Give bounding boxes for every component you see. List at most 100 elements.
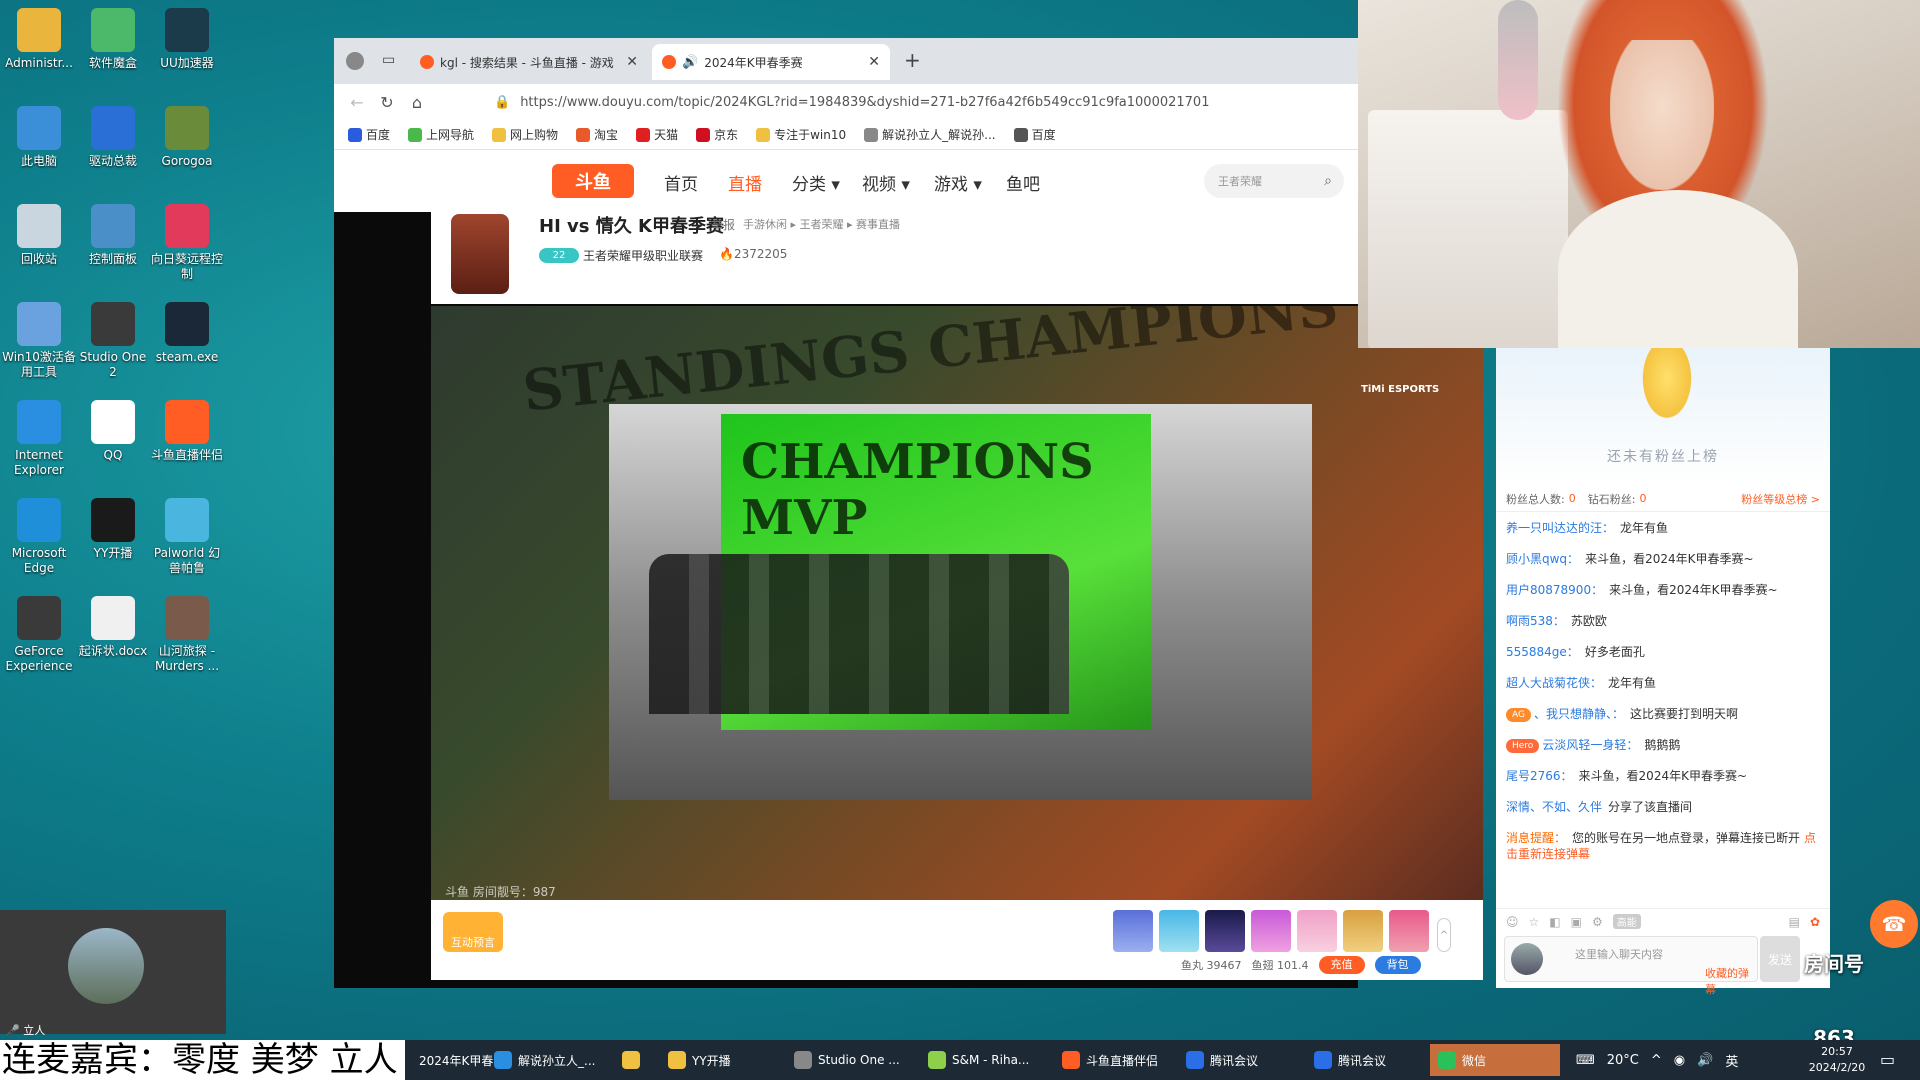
- bookmark-item[interactable]: 上网导航: [408, 126, 474, 143]
- new-tab-button[interactable]: +: [904, 48, 921, 72]
- customer-service-icon[interactable]: ☎: [1870, 900, 1918, 948]
- input-method[interactable]: 英: [1725, 1051, 1738, 1070]
- interactive-prediction-button[interactable]: 互动预言: [443, 912, 503, 952]
- gift-item[interactable]: [1343, 910, 1383, 952]
- desktop-icon[interactable]: 软件魔盒: [76, 8, 150, 71]
- chevron-up-icon[interactable]: ^: [1651, 1053, 1662, 1068]
- settings-icon[interactable]: ⚙: [1592, 915, 1603, 929]
- recharge-button[interactable]: 充值: [1318, 956, 1365, 974]
- gift-item[interactable]: [1251, 910, 1291, 952]
- tab-actions-icon[interactable]: ▭: [382, 52, 395, 68]
- desktop-icon[interactable]: steam.exe: [150, 302, 224, 365]
- nav-fishbar[interactable]: 鱼吧: [1006, 170, 1040, 195]
- emoji-icon[interactable]: ☺: [1506, 915, 1519, 929]
- collected-danmu-link[interactable]: 收藏的弹幕: [1705, 965, 1757, 997]
- chat-username[interactable]: 深情、不如、久伴: [1506, 800, 1602, 814]
- nav-home[interactable]: 首页: [664, 170, 698, 195]
- taskbar-item[interactable]: YY开播: [660, 1044, 780, 1076]
- chat-username[interactable]: 顾小黑qwq：: [1506, 552, 1579, 566]
- chat-username[interactable]: 用户80878900：: [1506, 583, 1603, 597]
- chat-username[interactable]: 、我只想静静、：: [1534, 707, 1624, 721]
- chat-username[interactable]: 养一只叫达达的汪：: [1506, 521, 1614, 535]
- video-player[interactable]: STANDINGS CHAMPIONS CHAMPIONS MVP TiMi E…: [431, 306, 1483, 908]
- taskbar-item[interactable]: 微信: [1430, 1044, 1560, 1076]
- desktop-icon[interactable]: 斗鱼直播伴侣: [150, 400, 224, 463]
- nav-game[interactable]: 游戏 ▾: [934, 170, 982, 195]
- desktop-icon[interactable]: 起诉状.docx: [76, 596, 150, 659]
- gift-item[interactable]: [1159, 910, 1199, 952]
- bookmark-item[interactable]: 京东: [696, 126, 738, 143]
- desktop-icon[interactable]: 控制面板: [76, 204, 150, 267]
- tab-search-results[interactable]: kgl - 搜索结果 - 斗鱼直播 - 游戏 ✕: [410, 44, 648, 80]
- desktop-icon[interactable]: Win10激活备用工具: [2, 302, 76, 380]
- desktop-icon[interactable]: YY开播: [76, 498, 150, 561]
- desktop-icon[interactable]: Internet Explorer: [2, 400, 76, 478]
- bookmark-item[interactable]: 百度: [1013, 126, 1056, 143]
- backpack-button[interactable]: 背包: [1374, 956, 1421, 974]
- speaker-icon[interactable]: 🔊: [1697, 1053, 1713, 1068]
- clock[interactable]: 20:57 2024/2/20: [1802, 1044, 1872, 1076]
- desktop-icon[interactable]: GeForce Experience: [2, 596, 76, 674]
- chat-username[interactable]: 555884ge：: [1506, 645, 1579, 659]
- taskbar-item[interactable]: 解说孙立人_...: [486, 1044, 610, 1076]
- gift-high-energy-danmu[interactable]: 高能弹幕: [1039, 910, 1099, 952]
- nav-video[interactable]: 视频 ▾: [862, 170, 910, 195]
- bookmark-item[interactable]: 解说孙立人_解说孙...: [864, 126, 996, 143]
- gift-item[interactable]: [1297, 910, 1337, 952]
- weather-temperature[interactable]: 20°C: [1607, 1053, 1639, 1068]
- chat-input[interactable]: 这里输入聊天内容 收藏的弹幕: [1504, 936, 1758, 996]
- nav-category[interactable]: 分类 ▾: [792, 170, 840, 195]
- high-energy-toggle[interactable]: 高能: [1612, 914, 1641, 929]
- taskbar-item[interactable]: S&M - Riha...: [920, 1044, 1048, 1076]
- wifi-icon[interactable]: ◉: [1674, 1053, 1685, 1068]
- room-categories[interactable]: 手游休闲 ▸ 王者荣耀 ▸ 赛事直播: [743, 216, 900, 232]
- gift-effect-icon[interactable]: ✿: [1810, 915, 1820, 929]
- desktop-icon[interactable]: UU加速器: [150, 8, 224, 71]
- douyu-logo[interactable]: 斗鱼: [552, 164, 634, 198]
- taskbar-item[interactable]: 腾讯会议: [1178, 1044, 1300, 1076]
- close-icon[interactable]: ✕: [626, 54, 638, 70]
- filter-icon[interactable]: ▤: [1789, 915, 1800, 929]
- keyboard-icon[interactable]: ⌨: [1576, 1053, 1595, 1068]
- bookmark-item[interactable]: 淘宝: [576, 126, 618, 143]
- desktop-icon[interactable]: 山河旅探 - Murders ...: [150, 596, 224, 674]
- search-input[interactable]: 王者荣耀 ⌕: [1204, 164, 1344, 198]
- desktop-icon[interactable]: 驱动总裁: [76, 106, 150, 169]
- bookmark-item[interactable]: 天猫: [636, 126, 678, 143]
- url-field[interactable]: 🔒 https://www.douyu.com/topic/2024KGL?ri…: [494, 89, 1344, 115]
- nav-live[interactable]: 直播: [728, 170, 762, 195]
- desktop-icon[interactable]: Gorogoa: [150, 106, 224, 169]
- user-avatar[interactable]: [1511, 943, 1543, 975]
- profile-icon[interactable]: [346, 52, 364, 70]
- bookmark-item[interactable]: 网上购物: [492, 126, 558, 143]
- bookmark-item[interactable]: 百度: [348, 126, 390, 143]
- gift-voyage[interactable]: 大航海: [973, 910, 1033, 952]
- chat-username[interactable]: 啊雨538：: [1506, 614, 1565, 628]
- tab-kgl-spring[interactable]: 🔊 2024年K甲春季赛 ✕: [652, 44, 890, 80]
- desktop-icon[interactable]: Studio One 2: [76, 302, 150, 380]
- search-icon[interactable]: ⌕: [1324, 173, 1332, 189]
- taskbar-item[interactable]: 斗鱼直播伴侣: [1054, 1044, 1172, 1076]
- desktop-icon[interactable]: 此电脑: [2, 106, 76, 169]
- report-link[interactable]: 举报: [711, 216, 735, 233]
- room-avatar[interactable]: [451, 214, 509, 294]
- home-icon[interactable]: ⌂: [402, 93, 432, 112]
- chat-username[interactable]: 尾号2766：: [1506, 769, 1573, 783]
- badge-icon[interactable]: ▣: [1571, 915, 1582, 929]
- taskbar-item[interactable]: 2024年K甲春...: [405, 1044, 505, 1076]
- fan-level-link[interactable]: 粉丝等级总榜 >: [1741, 491, 1820, 507]
- desktop-icon[interactable]: QQ: [76, 400, 150, 463]
- notification-icon[interactable]: ▭: [1880, 1050, 1895, 1069]
- gift-item[interactable]: [1113, 910, 1153, 952]
- taskbar-item[interactable]: 腾讯会议: [1306, 1044, 1426, 1076]
- speaker-icon[interactable]: 🔊: [682, 55, 698, 70]
- refresh-icon[interactable]: ↻: [372, 93, 402, 112]
- color-icon[interactable]: ◧: [1549, 915, 1560, 929]
- desktop-icon[interactable]: 向日葵远程控制: [150, 204, 224, 282]
- desktop-icon[interactable]: Microsoft Edge: [2, 498, 76, 576]
- desktop-icon[interactable]: Palworld 幻兽帕鲁: [150, 498, 224, 576]
- back-icon[interactable]: ←: [342, 93, 372, 112]
- chevron-up-icon[interactable]: ^: [1437, 918, 1451, 952]
- gift-item[interactable]: [1389, 910, 1429, 952]
- chat-username[interactable]: 超人大战菊花侠：: [1506, 676, 1602, 690]
